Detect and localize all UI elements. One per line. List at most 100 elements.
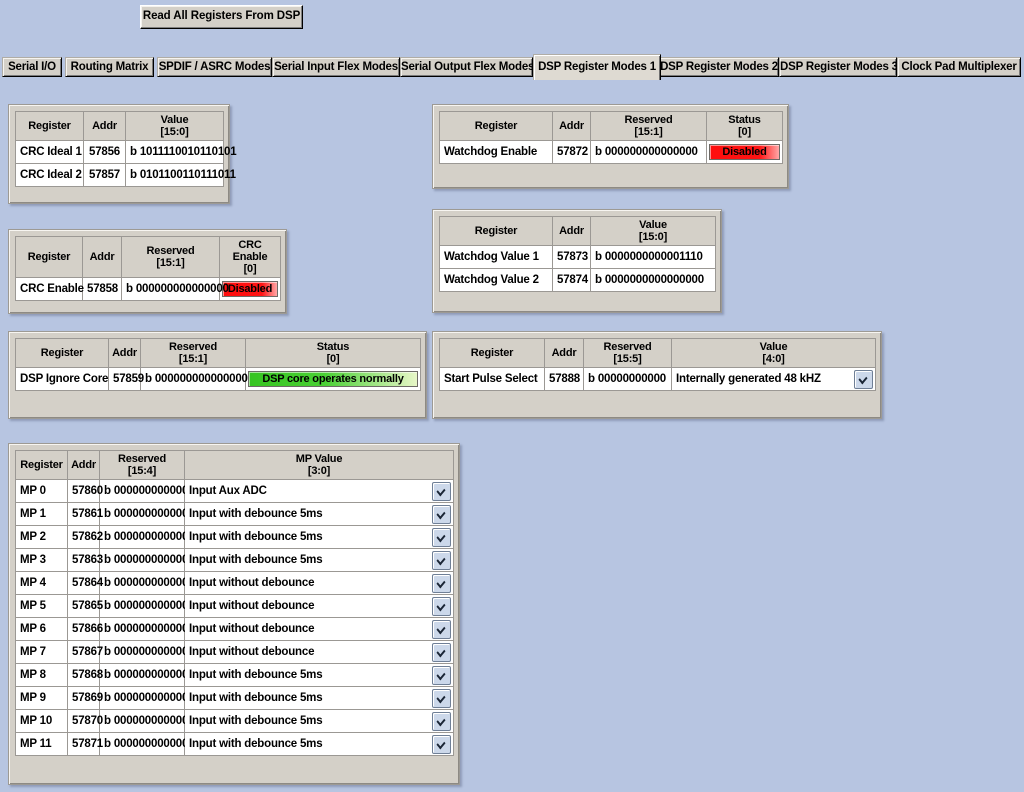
value-dropdown[interactable]: Input with debounce 5ms bbox=[185, 711, 453, 731]
chevron-down-icon[interactable] bbox=[432, 504, 451, 524]
register-name: Watchdog Value 1 bbox=[439, 245, 553, 269]
chevron-down-icon[interactable] bbox=[432, 665, 451, 685]
register-address: 57864 bbox=[67, 571, 103, 595]
value-dropdown[interactable]: Input with debounce 5ms bbox=[185, 504, 453, 524]
tab-clock-pad-multiplexer[interactable]: Clock Pad Multiplexer bbox=[897, 57, 1021, 77]
dropdown-cell[interactable]: Input with debounce 5ms bbox=[184, 663, 454, 687]
status-badge[interactable]: Disabled bbox=[222, 281, 278, 297]
value-dropdown[interactable]: Input with debounce 5ms bbox=[185, 734, 453, 754]
dropdown-cell[interactable]: Input Aux ADC bbox=[184, 479, 454, 503]
table-row: Watchdog Enable 57872 b 000000000000000 Dis… bbox=[439, 140, 783, 164]
tab-spdif-asrc-modes[interactable]: SPDIF / ASRC Modes bbox=[157, 57, 272, 77]
chevron-down-icon[interactable] bbox=[854, 369, 873, 389]
tab-dsp-register-modes-1[interactable]: DSP Register Modes 1 bbox=[533, 54, 661, 80]
tab-serial-input-flex-modes[interactable]: Serial Input Flex Modes bbox=[272, 57, 400, 77]
table-row: DSP Ignore Core 57859 b 000000000000000 DSP… bbox=[15, 367, 421, 391]
tab-serial-i-o[interactable]: Serial I/O bbox=[2, 57, 62, 77]
tab-strip: Serial I/O Routing Matrix SPDIF / ASRC Mod… bbox=[0, 54, 1024, 80]
register-value: b 0000000000001110 bbox=[590, 245, 716, 269]
dropdown-value: Input with debounce 5ms bbox=[189, 669, 323, 681]
tab-dsp-register-modes-3[interactable]: DSP Register Modes 3 bbox=[779, 57, 897, 77]
register-name: MP 4 bbox=[15, 571, 68, 595]
table-row: MP 6 57866 b 000000000000 Input without deb… bbox=[15, 617, 454, 641]
col-status: Status [0] bbox=[245, 338, 421, 368]
value-dropdown[interactable]: Input with debounce 5ms bbox=[185, 665, 453, 685]
col-status-line1: Status bbox=[728, 114, 761, 126]
value-dropdown[interactable]: Input without debounce bbox=[185, 619, 453, 639]
value-dropdown[interactable]: Input with debounce 5ms bbox=[185, 550, 453, 570]
register-reserved: b 000000000000 bbox=[99, 663, 188, 687]
chevron-down-icon[interactable] bbox=[432, 734, 451, 754]
value-dropdown[interactable]: Input with debounce 5ms bbox=[185, 527, 453, 547]
col-value: Value [4:0] bbox=[671, 338, 876, 368]
col-reserved: Reserved [15:4] bbox=[99, 450, 185, 480]
value-dropdown[interactable]: Input without debounce bbox=[185, 642, 453, 662]
col-value-line1: Value bbox=[759, 341, 788, 353]
status-cell[interactable]: Disabled bbox=[219, 277, 281, 301]
col-status: Status [0] bbox=[706, 111, 783, 141]
chevron-down-icon[interactable] bbox=[432, 619, 451, 639]
dropdown-cell[interactable]: Input with debounce 5ms bbox=[184, 525, 454, 549]
read-all-registers-button[interactable]: Read All Registers From DSP bbox=[140, 5, 303, 29]
register-address: 57863 bbox=[67, 548, 103, 572]
tab-dsp-register-modes-2[interactable]: DSP Register Modes 2 bbox=[659, 57, 779, 77]
value-dropdown[interactable]: Input without debounce bbox=[185, 596, 453, 616]
dropdown-cell[interactable]: Input without debounce bbox=[184, 617, 454, 641]
dsp-ignore-core-table: Register Addr Reserved [15:1] Status [0]… bbox=[15, 338, 421, 391]
chevron-down-icon[interactable] bbox=[432, 527, 451, 547]
tab-routing-matrix[interactable]: Routing Matrix bbox=[65, 57, 154, 77]
value-dropdown[interactable]: Internally generated 48 kHZ bbox=[672, 369, 875, 389]
dropdown-value: Input with debounce 5ms bbox=[189, 508, 323, 520]
register-name: DSP Ignore Core bbox=[15, 367, 109, 391]
dropdown-cell[interactable]: Input without debounce bbox=[184, 640, 454, 664]
col-register: Register bbox=[439, 111, 553, 141]
dropdown-cell[interactable]: Internally generated 48 kHZ bbox=[671, 367, 876, 391]
status-cell[interactable]: DSP core operates normally bbox=[245, 367, 421, 391]
dropdown-cell[interactable]: Input without debounce bbox=[184, 571, 454, 595]
register-address: 57862 bbox=[67, 525, 103, 549]
status-badge[interactable]: DSP core operates normally bbox=[248, 371, 418, 387]
dropdown-cell[interactable]: Input with debounce 5ms bbox=[184, 548, 454, 572]
value-dropdown[interactable]: Input with debounce 5ms bbox=[185, 688, 453, 708]
dropdown-cell[interactable]: Input with debounce 5ms bbox=[184, 686, 454, 710]
register-name: MP 1 bbox=[15, 502, 68, 526]
table-header-row: Register Addr Value [15:0] bbox=[15, 111, 224, 141]
chevron-down-icon[interactable] bbox=[432, 550, 451, 570]
dropdown-cell[interactable]: Input with debounce 5ms bbox=[184, 502, 454, 526]
start-pulse-select-rows: Start Pulse Select 57888 b 00000000000 Inte… bbox=[439, 367, 876, 391]
register-address: 57888 bbox=[544, 367, 584, 391]
table-row: MP 7 57867 b 000000000000 Input without deb… bbox=[15, 640, 454, 664]
col-addr: Addr bbox=[552, 111, 591, 141]
chevron-down-icon[interactable] bbox=[432, 481, 451, 501]
dropdown-cell[interactable]: Input without debounce bbox=[184, 594, 454, 618]
value-dropdown[interactable]: Input Aux ADC bbox=[185, 481, 453, 501]
dropdown-value: Input with debounce 5ms bbox=[189, 738, 323, 750]
tab-serial-output-flex-modes[interactable]: Serial Output Flex Modes bbox=[400, 57, 533, 77]
register-reserved: b 000000000000 bbox=[99, 640, 188, 664]
chevron-down-icon[interactable] bbox=[432, 711, 451, 731]
table-header-row: Register Addr Value [15:0] bbox=[439, 216, 716, 246]
status-badge[interactable]: Disabled bbox=[709, 144, 780, 160]
register-address: 57857 bbox=[83, 163, 126, 187]
register-reserved: b 000000000000 bbox=[99, 548, 188, 572]
col-reserved-line2: [15:4] bbox=[127, 465, 157, 477]
col-value: Value [15:0] bbox=[590, 216, 716, 246]
table-row: MP 4 57864 b 000000000000 Input without deb… bbox=[15, 571, 454, 595]
dropdown-cell[interactable]: Input with debounce 5ms bbox=[184, 732, 454, 756]
table-row: MP 5 57865 b 000000000000 Input without deb… bbox=[15, 594, 454, 618]
chevron-down-icon[interactable] bbox=[432, 642, 451, 662]
register-address: 57869 bbox=[67, 686, 103, 710]
chevron-down-icon[interactable] bbox=[432, 596, 451, 616]
dropdown-cell[interactable]: Input with debounce 5ms bbox=[184, 709, 454, 733]
table-row: MP 11 57871 b 000000000000 Input with debou… bbox=[15, 732, 454, 756]
col-mp-value-line2: [3:0] bbox=[307, 465, 331, 477]
register-name: Watchdog Enable bbox=[439, 140, 553, 164]
register-name: MP 5 bbox=[15, 594, 68, 618]
value-dropdown[interactable]: Input without debounce bbox=[185, 573, 453, 593]
table-row: MP 10 57870 b 000000000000 Input with debou… bbox=[15, 709, 454, 733]
status-cell[interactable]: Disabled bbox=[706, 140, 783, 164]
chevron-down-icon[interactable] bbox=[432, 573, 451, 593]
chevron-down-icon[interactable] bbox=[432, 688, 451, 708]
register-address: 57859 bbox=[108, 367, 144, 391]
register-value: b 1011110010110101 bbox=[125, 140, 237, 164]
